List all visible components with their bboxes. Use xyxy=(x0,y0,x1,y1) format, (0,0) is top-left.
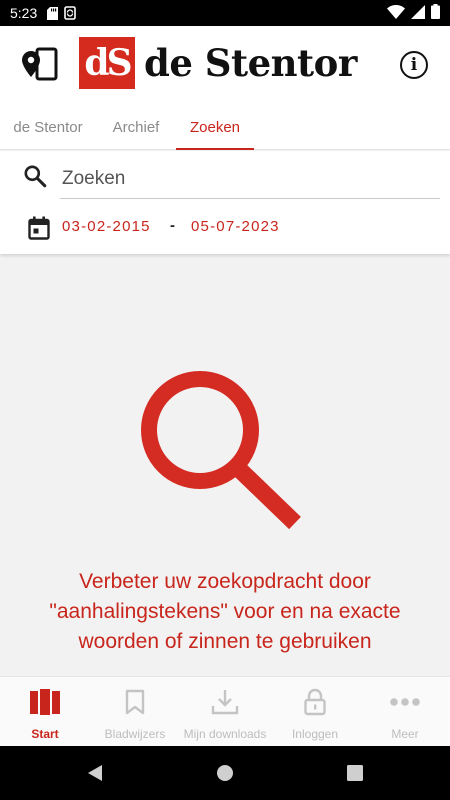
android-nav-bar xyxy=(0,746,450,800)
nav-item-start[interactable]: Start xyxy=(0,677,90,747)
status-bar: 5:23 xyxy=(0,0,450,26)
bottom-navigation: Start Bladwijzers Mijn downloads Inlogge… xyxy=(0,676,450,746)
logo-mark: dS xyxy=(79,37,135,89)
home-icon[interactable] xyxy=(215,763,235,783)
calendar-icon[interactable] xyxy=(28,216,50,240)
newspaper-icon xyxy=(30,687,60,717)
tab-zoeken[interactable]: Zoeken xyxy=(176,104,254,150)
magnifier-illustration-icon xyxy=(141,371,301,530)
wifi-icon xyxy=(387,4,405,22)
search-panel: 03-02-2015 - 05-07-2023 xyxy=(0,151,450,254)
info-icon: i xyxy=(410,55,418,75)
sd-card-icon xyxy=(47,6,59,20)
bookmark-icon xyxy=(120,687,150,717)
lock-icon xyxy=(300,687,330,717)
location-device-icon[interactable] xyxy=(20,46,60,82)
status-time: 5:23 xyxy=(10,5,38,21)
sync-icon xyxy=(64,6,77,20)
nav-item-inloggen[interactable]: Inloggen xyxy=(270,677,360,747)
info-button[interactable]: i xyxy=(400,51,428,79)
recents-icon[interactable] xyxy=(345,763,365,783)
search-icon xyxy=(24,165,47,188)
nav-item-mijn-downloads[interactable]: Mijn downloads xyxy=(180,677,270,747)
nav-item-meer[interactable]: Meer xyxy=(360,677,450,747)
logo-text: de Stentor xyxy=(144,41,357,85)
tab-archief[interactable]: Archief xyxy=(96,104,176,150)
more-icon xyxy=(390,687,420,717)
battery-icon xyxy=(431,4,440,22)
cell-signal-icon xyxy=(411,4,425,22)
date-to[interactable]: 05-07-2023 xyxy=(191,218,280,235)
top-tabs: de Stentor Archief Zoeken xyxy=(0,104,450,150)
nav-item-bladwijzers[interactable]: Bladwijzers xyxy=(90,677,180,747)
empty-state: Verbeter uw zoekopdracht door "aanhaling… xyxy=(0,254,450,676)
search-hint-text: Verbeter uw zoekopdracht door "aanhaling… xyxy=(49,570,401,653)
back-icon[interactable] xyxy=(85,763,105,783)
download-icon xyxy=(210,687,240,717)
date-separator: - xyxy=(170,217,175,234)
tab-de-stentor[interactable]: de Stentor xyxy=(0,104,96,150)
date-from[interactable]: 03-02-2015 xyxy=(62,218,151,235)
search-input[interactable] xyxy=(60,159,440,199)
app-header: dS de Stentor i xyxy=(0,26,450,104)
brand-logo: dS de Stentor xyxy=(79,37,357,89)
